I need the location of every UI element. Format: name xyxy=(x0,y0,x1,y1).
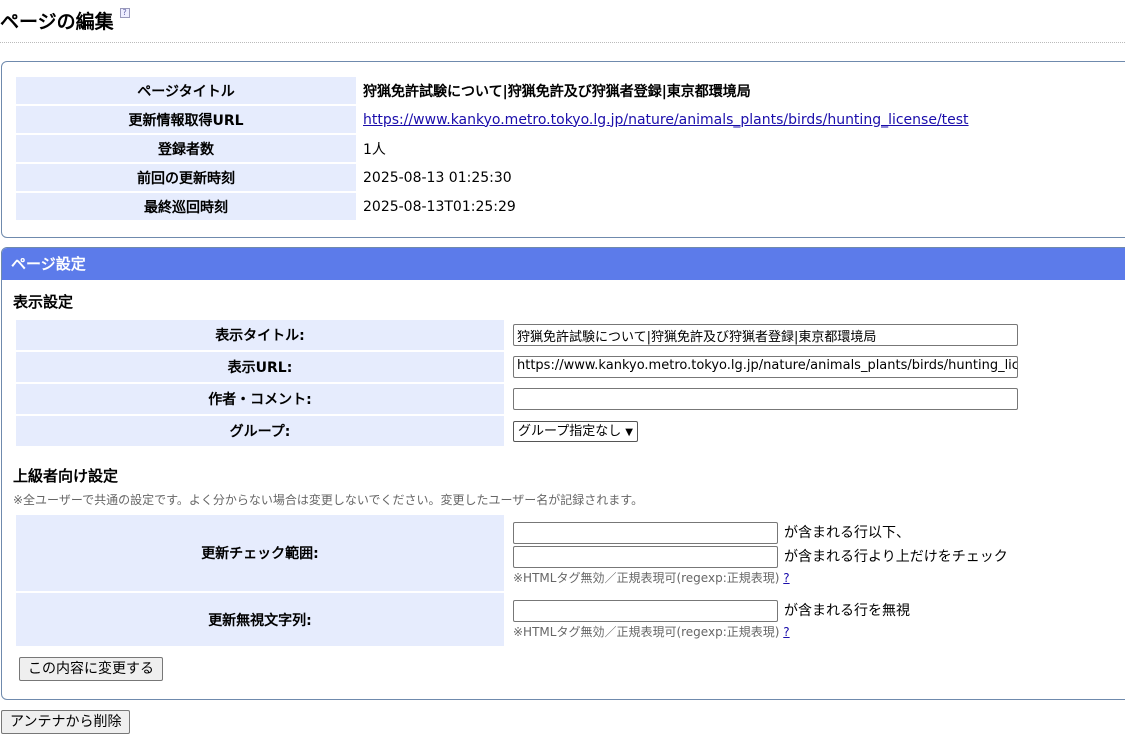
page-title: ページの編集 xyxy=(0,11,114,33)
display-settings-heading: 表示設定 xyxy=(13,293,74,311)
info-value-title: 狩猟免許試験について|狩猟免許及び狩猟者登録|東京都環境局 xyxy=(363,83,751,100)
info-row-last-crawl: 最終巡回時刻 2025-08-13T01:25:29 xyxy=(16,193,969,220)
display-url-label: 表示URL: xyxy=(16,352,504,382)
info-label: 前回の更新時刻 xyxy=(16,164,356,191)
panel-title: ページ設定 xyxy=(2,248,1125,280)
author-label: 作者・コメント: xyxy=(16,384,504,414)
info-label: 最終巡回時刻 xyxy=(16,193,356,220)
ignore-string-label: 更新無視文字列: xyxy=(16,593,504,646)
info-row-last-update: 前回の更新時刻 2025-08-13 01:25:30 xyxy=(16,164,969,191)
group-select-value: グループ指定なし xyxy=(518,423,622,439)
info-value-subscribers: 1人 xyxy=(363,141,386,158)
ignore-string-input[interactable] xyxy=(513,600,778,622)
range-end-suffix: が含まれる行より上だけをチェック xyxy=(784,548,1008,565)
help-icon[interactable]: ? xyxy=(119,8,130,18)
page-header: ページの編集? xyxy=(0,8,1125,43)
chevron-down-icon: ▼ xyxy=(625,426,633,438)
display-title-label: 表示タイトル: xyxy=(16,320,504,350)
advanced-settings-heading: 上級者向け設定 xyxy=(13,467,119,485)
group-select[interactable]: グループ指定なし ▼ xyxy=(513,420,638,442)
info-value-last-update: 2025-08-13 01:25:30 xyxy=(363,169,512,186)
regex-help-link[interactable]: ? xyxy=(783,625,789,639)
info-url-link[interactable]: https://www.kankyo.metro.tokyo.lg.jp/nat… xyxy=(363,112,969,128)
info-row-url: 更新情報取得URL https://www.kankyo.metro.tokyo… xyxy=(16,106,969,133)
page-info-panel: ページタイトル 狩猟免許試験について|狩猟免許及び狩猟者登録|東京都環境局 更新… xyxy=(1,61,1125,238)
advanced-settings-note: ※全ユーザーで共通の設定です。よく分からない場合は変更しないでください。変更した… xyxy=(13,493,644,507)
range-end-input[interactable] xyxy=(513,545,778,568)
regex-help-link[interactable]: ? xyxy=(783,571,789,585)
save-changes-button[interactable]: この内容に変更する xyxy=(19,657,163,681)
display-title-input[interactable]: 狩猟免許試験について|狩猟免許及び狩猟者登録|東京都環境局 xyxy=(513,324,1018,346)
info-label: 登録者数 xyxy=(16,135,356,162)
advanced-settings-table: 更新チェック範囲: が含まれる行以下、 が含まれる行より上だけをチェック ※HT… xyxy=(14,513,1010,648)
display-url-input[interactable]: https://www.kankyo.metro.tokyo.lg.jp/nat… xyxy=(513,356,1018,378)
group-label: グループ: xyxy=(16,416,504,446)
range-start-suffix: が含まれる行以下、 xyxy=(784,524,910,541)
delete-from-antenna-button[interactable]: アンテナから削除 xyxy=(1,710,131,734)
author-comment-input[interactable] xyxy=(513,388,1018,410)
info-row-subscribers: 登録者数 1人 xyxy=(16,135,969,162)
info-label: ページタイトル xyxy=(16,77,356,104)
page-settings-panel: ページ設定 表示設定 表示タイトル: 狩猟免許試験について|狩猟免許及び狩猟者登… xyxy=(1,247,1125,700)
page-info-table: ページタイトル 狩猟免許試験について|狩猟免許及び狩猟者登録|東京都環境局 更新… xyxy=(14,75,971,222)
ignore-string-suffix: が含まれる行を無視 xyxy=(784,603,910,619)
info-value-last-crawl: 2025-08-13T01:25:29 xyxy=(363,198,516,215)
display-settings-table: 表示タイトル: 狩猟免許試験について|狩猟免許及び狩猟者登録|東京都環境局 表示… xyxy=(14,318,1020,448)
regex-note: ※HTMLタグ無効／正規表現可(regexp:正規表現) xyxy=(513,570,780,585)
check-range-label: 更新チェック範囲: xyxy=(16,515,504,591)
info-row-title: ページタイトル 狩猟免許試験について|狩猟免許及び狩猟者登録|東京都環境局 xyxy=(16,77,969,104)
regex-note: ※HTMLタグ無効／正規表現可(regexp:正規表現) xyxy=(513,625,780,639)
info-label: 更新情報取得URL xyxy=(16,106,356,133)
range-start-input[interactable] xyxy=(513,521,778,544)
